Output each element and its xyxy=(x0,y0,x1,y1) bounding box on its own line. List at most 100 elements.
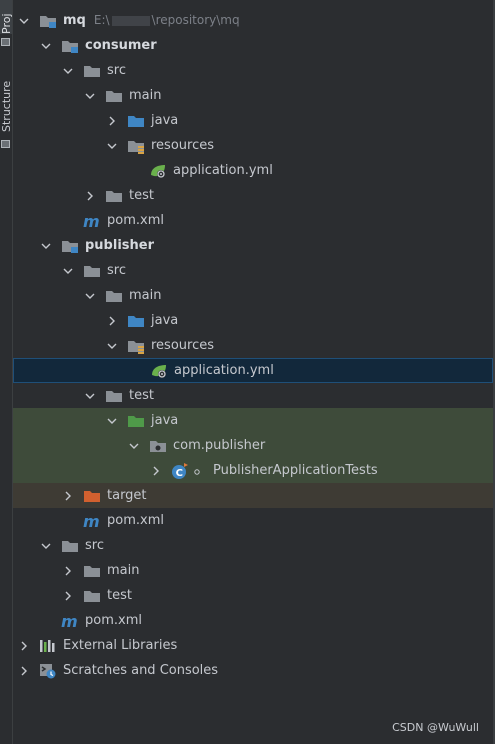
chevron-down-icon[interactable] xyxy=(105,133,119,158)
chevron-down-icon[interactable] xyxy=(105,408,119,433)
tree-item-label: main xyxy=(129,88,162,103)
tree-row[interactable]: application.yml xyxy=(13,158,493,183)
chevron-right-icon[interactable] xyxy=(149,458,163,483)
tree-item-label: mq xyxy=(63,13,86,28)
path-suffix: \repository\mq xyxy=(151,13,240,27)
tree-item-label: test xyxy=(107,588,132,603)
chevron-down-icon[interactable] xyxy=(105,333,119,358)
chevron-right-icon[interactable] xyxy=(105,108,119,133)
module-folder-icon xyxy=(39,13,57,29)
svg-text:m: m xyxy=(61,613,78,629)
tree-item-label: src xyxy=(85,538,104,553)
tree-row[interactable]: External Libraries xyxy=(13,633,493,658)
tree-item-label: test xyxy=(129,188,154,203)
chevron-down-icon[interactable] xyxy=(83,83,97,108)
tree-row[interactable]: main xyxy=(13,283,493,308)
tree-row[interactable]: Scratches and Consoles xyxy=(13,658,493,683)
tree-item-label: pom.xml xyxy=(85,613,142,628)
chevron-right-icon[interactable] xyxy=(17,633,31,658)
tree-item-label: pom.xml xyxy=(107,513,164,528)
tree-row[interactable]: java xyxy=(13,308,493,333)
folder-icon xyxy=(105,88,123,104)
chevron-right-icon[interactable] xyxy=(17,658,31,683)
tree-item-label: src xyxy=(107,263,126,278)
tree-row[interactable]: src xyxy=(13,58,493,83)
module-path: E:\ \repository\mq xyxy=(94,8,240,33)
package-icon xyxy=(149,438,167,454)
chevron-down-icon[interactable] xyxy=(127,433,141,458)
tree-item-label: test xyxy=(129,388,154,403)
tree-row[interactable]: main xyxy=(13,558,493,583)
tree-row[interactable]: mq E:\ \repository\mq xyxy=(13,8,493,33)
folder-icon xyxy=(83,563,101,579)
tree-row[interactable]: test xyxy=(13,583,493,608)
tree-row[interactable]: resources xyxy=(13,333,493,358)
chevron-right-icon[interactable] xyxy=(61,558,75,583)
tree-row[interactable]: test xyxy=(13,383,493,408)
tree-item-label: src xyxy=(107,63,126,78)
project-tool-tab[interactable]: Proj xyxy=(0,0,13,34)
watermark: CSDN @WuWull xyxy=(392,721,479,734)
excluded-folder-icon xyxy=(83,488,101,504)
project-tab-icon[interactable] xyxy=(1,38,10,46)
test-folder-icon xyxy=(127,413,145,429)
resources-folder-icon xyxy=(127,138,145,154)
chevron-down-icon[interactable] xyxy=(39,533,53,558)
libraries-icon xyxy=(39,638,57,654)
module-folder-icon xyxy=(61,238,79,254)
folder-icon xyxy=(105,388,123,404)
spring-config-icon xyxy=(150,363,168,379)
tree-row[interactable]: src xyxy=(13,258,493,283)
tree-item-label: application.yml xyxy=(173,163,273,178)
tree-item-label: publisher xyxy=(85,238,154,253)
tree-item-label: External Libraries xyxy=(63,638,178,653)
maven-icon: m xyxy=(83,212,101,231)
folder-icon xyxy=(83,63,101,79)
tree-row[interactable]: consumer xyxy=(13,33,493,58)
tree-row[interactable]: test xyxy=(13,183,493,208)
tree-row[interactable]: target xyxy=(13,483,493,508)
tree-row[interactable]: com.publisher xyxy=(13,433,493,458)
test-class-icon: C xyxy=(171,462,207,479)
chevron-down-icon[interactable] xyxy=(39,233,53,258)
tree-row[interactable]: m pom.xml xyxy=(13,608,493,633)
chevron-down-icon[interactable] xyxy=(61,258,75,283)
tree-item-label: target xyxy=(107,488,147,503)
scratches-icon xyxy=(39,663,57,679)
structure-tab-icon[interactable] xyxy=(1,140,10,148)
spring-config-icon xyxy=(149,163,167,179)
tree-item-label: pom.xml xyxy=(107,213,164,228)
tree-item-label: main xyxy=(107,563,140,578)
tree-row[interactable]: java xyxy=(13,108,493,133)
redacted-path xyxy=(111,15,150,26)
chevron-down-icon[interactable] xyxy=(83,283,97,308)
chevron-down-icon[interactable] xyxy=(61,58,75,83)
chevron-down-icon[interactable] xyxy=(39,33,53,58)
chevron-down-icon[interactable] xyxy=(17,8,31,33)
tree-row[interactable]: resources xyxy=(13,133,493,158)
chevron-right-icon[interactable] xyxy=(83,183,97,208)
tree-row[interactable]: src xyxy=(13,533,493,558)
tree-row[interactable]: C PublisherApplicationTests xyxy=(13,458,493,483)
project-tool-window: Proj Structure mq E:\ \repository\mq consum… xyxy=(0,0,495,744)
tree-item-label: java xyxy=(151,113,179,128)
tree-item-label: java xyxy=(151,413,179,428)
tree-row[interactable]: main xyxy=(13,83,493,108)
chevron-right-icon[interactable] xyxy=(61,583,75,608)
project-tree[interactable]: mq E:\ \repository\mq consumer src main java re… xyxy=(13,8,493,683)
tree-item-label: resources xyxy=(151,338,215,353)
tree-row[interactable]: m pom.xml xyxy=(13,508,493,533)
chevron-right-icon[interactable] xyxy=(105,308,119,333)
chevron-down-icon[interactable] xyxy=(83,383,97,408)
svg-text:m: m xyxy=(83,213,100,229)
folder-icon xyxy=(105,188,123,204)
tree-row[interactable]: publisher xyxy=(13,233,493,258)
structure-tool-tab[interactable]: Structure xyxy=(0,72,13,132)
tree-row[interactable]: java xyxy=(13,408,493,433)
tree-item-label: main xyxy=(129,288,162,303)
maven-icon: m xyxy=(83,512,101,531)
chevron-right-icon[interactable] xyxy=(61,483,75,508)
tree-row[interactable]: m pom.xml xyxy=(13,208,493,233)
folder-icon xyxy=(83,263,101,279)
tree-row[interactable]: application.yml xyxy=(13,358,493,383)
